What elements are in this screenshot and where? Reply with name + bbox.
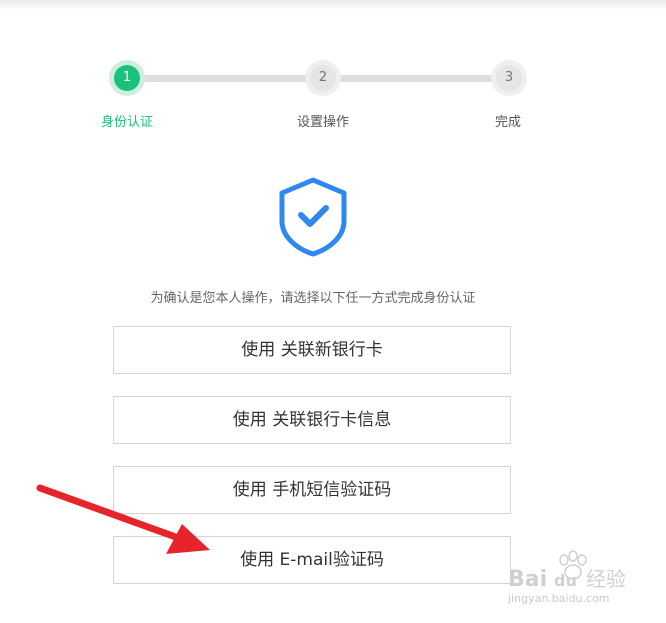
verification-prompt: 为确认是您本人操作，请选择以下任一方式完成身份认证 xyxy=(150,291,476,306)
svg-text:Bai: Bai xyxy=(508,567,547,592)
option-bank-card-info[interactable]: 使用 关联银行卡信息 xyxy=(113,396,511,444)
option-new-bank-card[interactable]: 使用 关联新银行卡 xyxy=(113,326,511,374)
step-track-1 xyxy=(127,75,323,82)
step-1-circle: 1 xyxy=(114,65,140,91)
watermark-url: jingyan.baidu.com xyxy=(508,592,610,605)
step-2-label: 设置操作 xyxy=(296,115,349,130)
step-3-label: 完成 xyxy=(494,115,521,130)
shield-check-icon xyxy=(279,177,347,257)
red-arrow-annotation xyxy=(36,484,210,554)
step-3-circle: 3 xyxy=(496,65,522,91)
step-2-circle: 2 xyxy=(310,65,336,91)
step-1-label: 身份认证 xyxy=(100,115,153,130)
step-track-2 xyxy=(323,75,509,82)
svg-text:du: du xyxy=(554,571,577,590)
svg-text:经验: 经验 xyxy=(586,567,626,591)
top-shadow xyxy=(0,0,666,10)
